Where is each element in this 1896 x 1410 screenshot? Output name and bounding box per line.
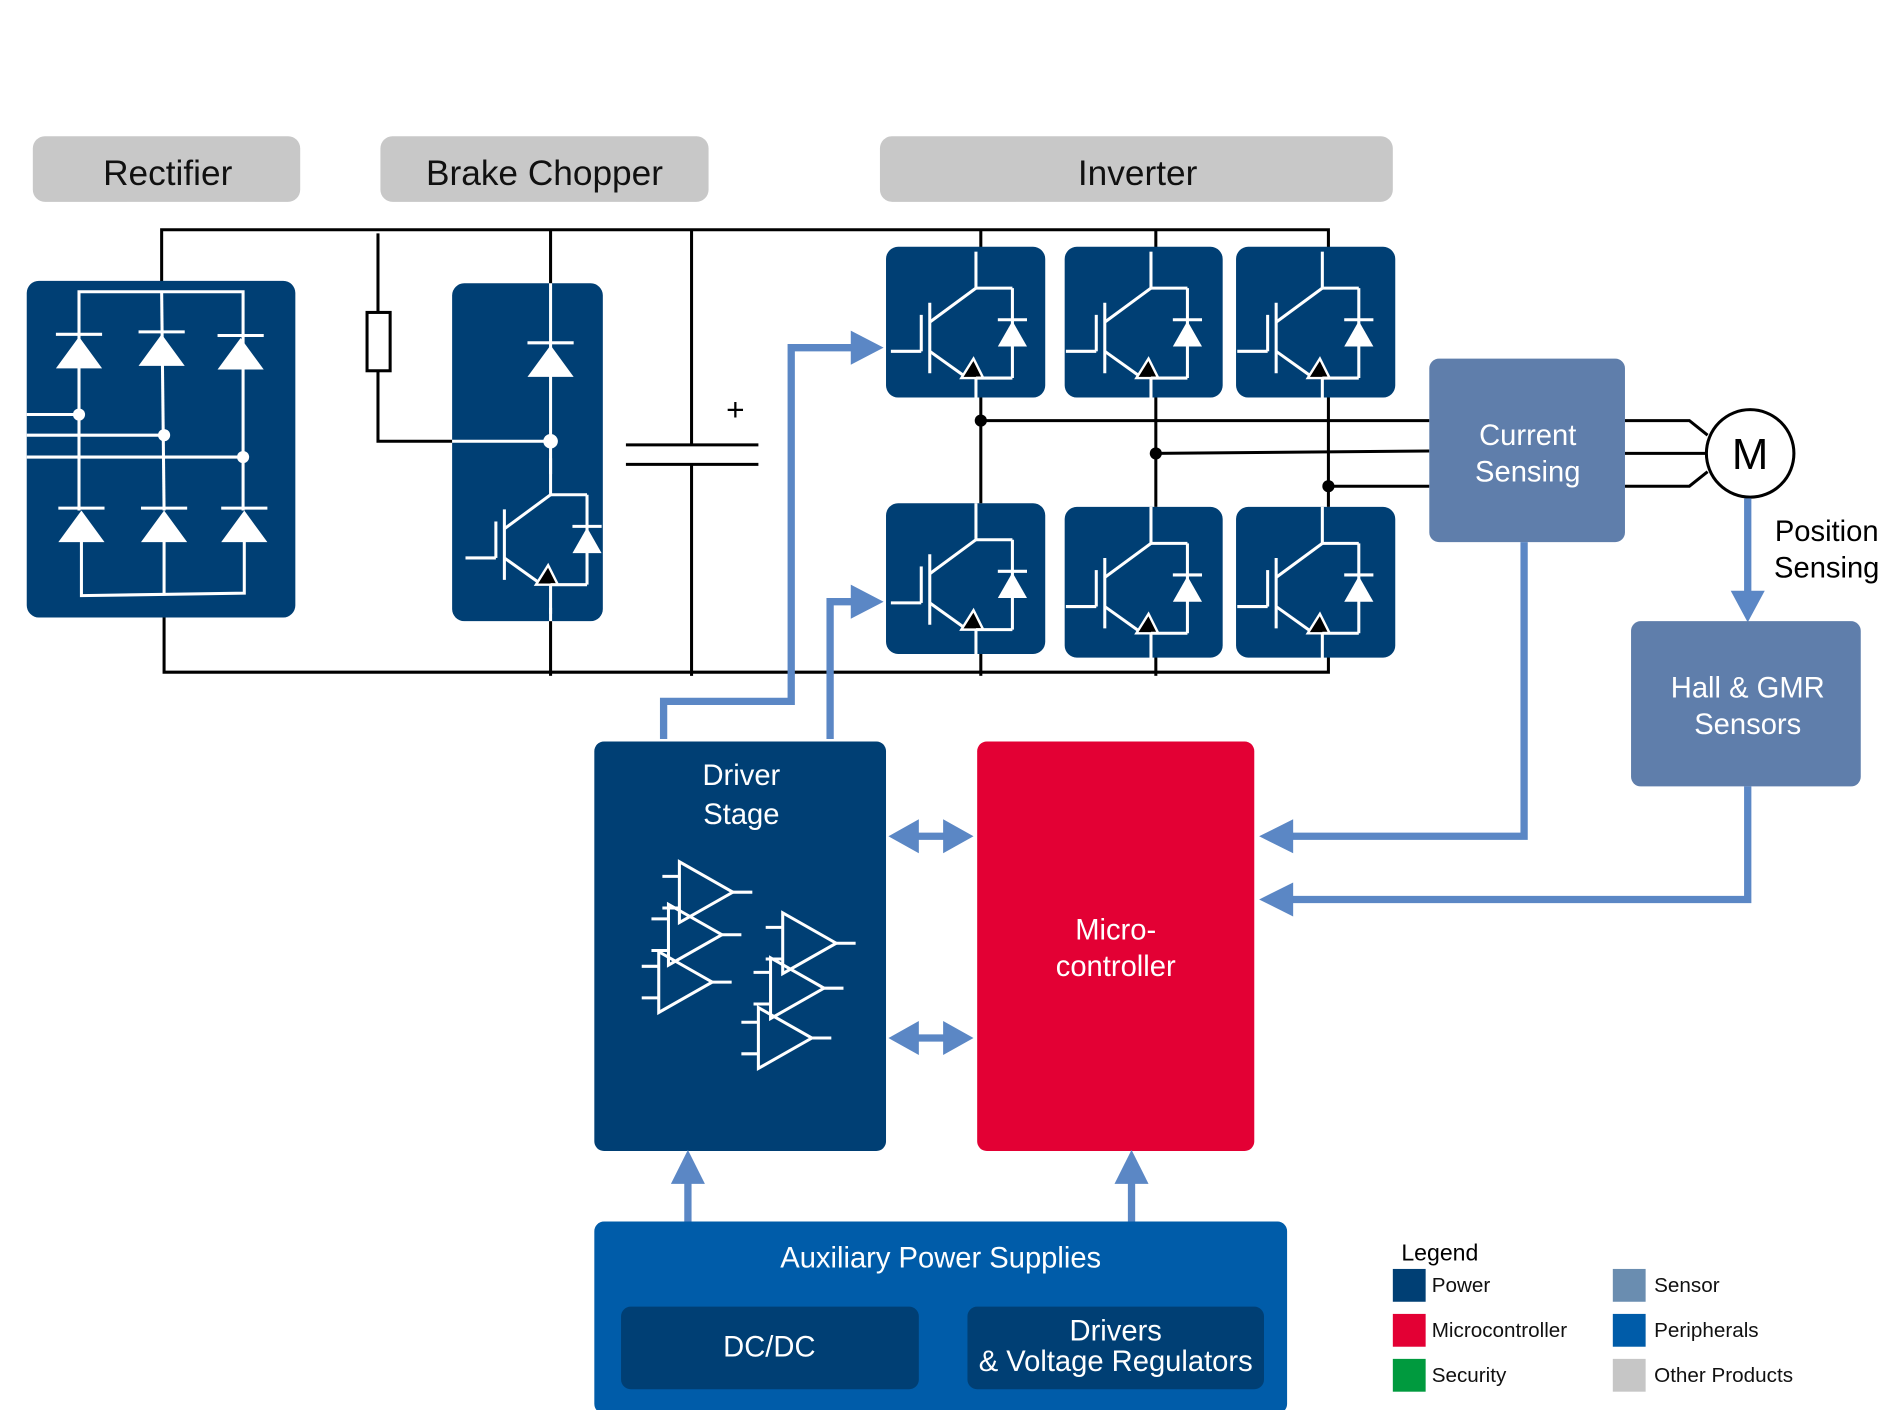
drivers-voltage-regulators-block: Drivers & Voltage Regulators	[967, 1306, 1264, 1390]
svg-text:Drivers: Drivers	[1070, 1316, 1162, 1348]
svg-text:Brake Chopper: Brake Chopper	[426, 154, 663, 193]
microcontroller-block: Micro- controller	[977, 741, 1255, 1152]
svg-text:Sensing: Sensing	[1475, 456, 1580, 488]
svg-text:Peripherals: Peripherals	[1654, 1319, 1758, 1342]
svg-text:DC/DC: DC/DC	[723, 1331, 815, 1363]
hall-gmr-sensors-block: Hall & GMR Sensors	[1631, 621, 1861, 787]
svg-text:Other Products: Other Products	[1654, 1364, 1793, 1387]
svg-text:Position: Position	[1775, 516, 1879, 548]
gate-drive-arrows	[659, 330, 884, 740]
motor-drive-block-diagram: Rectifier Brake Chopper Inverter + Curre…	[26, 136, 1879, 1410]
svg-text:controller: controller	[1056, 951, 1176, 983]
dcdc-block: DC/DC	[621, 1306, 919, 1390]
motor: M	[1704, 408, 1796, 499]
svg-text:M: M	[1732, 430, 1768, 479]
legend-item-peripherals: Peripherals	[1612, 1313, 1759, 1347]
igbt-low-w	[1235, 505, 1396, 664]
svg-text:Hall & GMR: Hall & GMR	[1671, 673, 1825, 705]
svg-text:Inverter: Inverter	[1078, 154, 1198, 193]
svg-text:Legend: Legend	[1401, 1239, 1478, 1265]
svg-text:Driver: Driver	[703, 760, 781, 792]
svg-text:+: +	[726, 392, 744, 428]
svg-text:Power: Power	[1432, 1274, 1491, 1297]
auxiliary-power-supplies-block: Auxiliary Power Supplies DC/DC Drivers &…	[594, 1221, 1288, 1410]
igbt-low-u	[886, 501, 1046, 661]
rectifier-label: Rectifier	[32, 136, 301, 202]
legend-item-microcontroller: Microcontroller	[1392, 1313, 1568, 1347]
current-sensing-block: Current Sensing	[1429, 358, 1625, 543]
svg-text:Sensing: Sensing	[1774, 552, 1879, 584]
svg-text:Stage: Stage	[703, 799, 779, 831]
svg-text:Sensors: Sensors	[1694, 709, 1801, 741]
svg-text:Sensor: Sensor	[1654, 1274, 1720, 1297]
aux-power-arrows	[670, 1149, 1149, 1222]
inverter-label: Inverter	[879, 136, 1393, 202]
svg-text:Rectifier: Rectifier	[103, 154, 232, 193]
brake-chopper-module	[452, 283, 604, 622]
rectifier-module	[26, 280, 296, 618]
svg-text:Security: Security	[1432, 1364, 1507, 1387]
svg-text:Current: Current	[1479, 420, 1576, 452]
igbt-high-v	[1064, 246, 1223, 409]
inverter-modules	[886, 246, 1396, 664]
brake-chopper-label: Brake Chopper	[380, 136, 709, 202]
igbt-high-w	[1235, 246, 1396, 409]
legend-item-other-products: Other Products	[1612, 1358, 1793, 1392]
driver-stage-block: Driver Stage	[594, 741, 887, 1152]
svg-text:Auxiliary Power Supplies: Auxiliary Power Supplies	[780, 1243, 1101, 1275]
legend-item-security: Security	[1392, 1358, 1507, 1392]
legend-item-sensor: Sensor	[1612, 1268, 1720, 1302]
position-sensing-arrow: Position Sensing	[1730, 498, 1879, 623]
legend-item-power: Power	[1392, 1268, 1491, 1302]
bidirectional-arrows	[888, 819, 974, 1056]
igbt-low-v	[1064, 505, 1223, 664]
svg-text:Microcontroller: Microcontroller	[1432, 1319, 1568, 1342]
svg-text:& Voltage Regulators: & Voltage Regulators	[979, 1346, 1253, 1378]
igbt-high-u	[886, 246, 1046, 409]
brake-resistor	[365, 233, 453, 443]
legend: Legend Power Microcontroller Security Se…	[1392, 1239, 1793, 1392]
svg-text:Micro-: Micro-	[1075, 915, 1156, 947]
